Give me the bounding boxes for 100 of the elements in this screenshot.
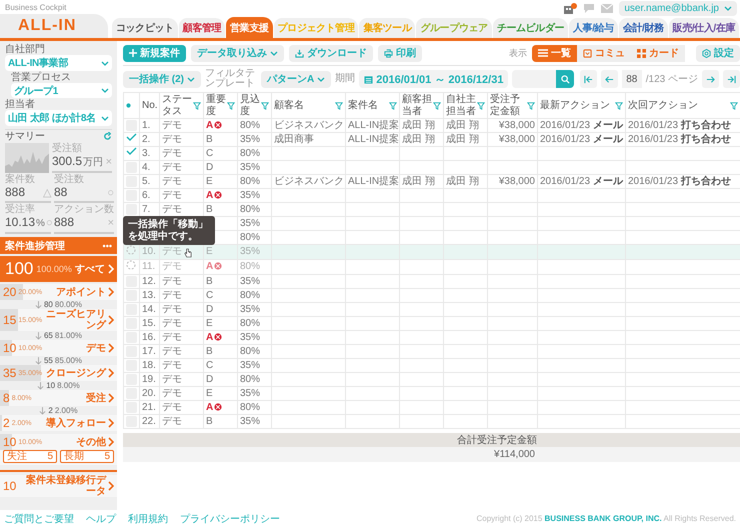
checkbox[interactable] bbox=[126, 204, 137, 215]
dropdown[interactable]: グループ1 bbox=[11, 83, 112, 98]
filter-icon[interactable] bbox=[335, 102, 343, 110]
table-cell: デモ bbox=[162, 332, 182, 342]
stage-label: 案件未登録移行データ bbox=[25, 475, 106, 497]
checkmark[interactable] bbox=[126, 133, 137, 142]
filter-label: フィルタテンプレート bbox=[205, 69, 256, 89]
table-cell: 80% bbox=[240, 204, 260, 214]
chat-icon[interactable] bbox=[583, 3, 596, 14]
page-field[interactable]: 88 bbox=[622, 70, 642, 88]
caret-icon bbox=[101, 60, 109, 66]
stat-label: 受注額 bbox=[52, 143, 83, 154]
nav-tab[interactable]: コックピット bbox=[112, 18, 178, 38]
first-page-icon bbox=[584, 74, 593, 84]
stat-unit: 万円 bbox=[83, 156, 104, 170]
refresh-icon[interactable] bbox=[103, 132, 112, 141]
row-number: 11. bbox=[142, 261, 156, 272]
more-menu[interactable]: ••• bbox=[102, 240, 112, 250]
stage-count: 10 bbox=[3, 435, 16, 449]
table-cell: 35% bbox=[240, 332, 260, 342]
table-cell: デモ bbox=[162, 162, 182, 172]
user-menu[interactable]: user.name@bbank.jp bbox=[619, 1, 737, 16]
table-cell: デモ bbox=[162, 304, 182, 314]
sub-stage[interactable]: 失注 5 bbox=[3, 450, 57, 463]
template-dropdown[interactable]: パターンA bbox=[261, 70, 332, 88]
table-cell: デモ bbox=[162, 360, 182, 370]
footer-link[interactable]: ご質問とご要望 bbox=[4, 512, 74, 526]
toolbar-button[interactable]: 新規案件 bbox=[123, 44, 186, 62]
mail-icon[interactable] bbox=[601, 4, 614, 13]
stage-count: 10 bbox=[3, 479, 16, 493]
footer-link[interactable]: ヘルプ bbox=[86, 512, 116, 526]
row-number: 4. bbox=[142, 162, 150, 172]
table-cell: 2016/01/23 打ち合わせ bbox=[628, 134, 731, 144]
search-button[interactable] bbox=[556, 70, 574, 88]
filter-icon[interactable] bbox=[261, 102, 269, 110]
caret-icon bbox=[101, 88, 109, 93]
next-page-button[interactable] bbox=[702, 70, 719, 88]
toolbar-button[interactable]: 印刷 bbox=[378, 44, 422, 62]
sparkline-drawing bbox=[5, 143, 49, 173]
filter-icon[interactable] bbox=[433, 102, 441, 110]
row-number: 15. bbox=[142, 318, 156, 328]
search-field[interactable] bbox=[512, 70, 556, 88]
pointer-cursor-icon bbox=[184, 248, 192, 258]
funnel-total[interactable]: 100 100.00% すべて bbox=[0, 256, 117, 282]
dropdown[interactable]: 山田 太郎 ほか計8名 bbox=[5, 110, 112, 126]
table-cell: 80% bbox=[240, 120, 260, 130]
building-icon[interactable] bbox=[563, 2, 578, 14]
nav-tab[interactable]: 集客ツール bbox=[359, 18, 416, 38]
filter-icon[interactable] bbox=[227, 102, 235, 110]
toolbar-button[interactable]: データ取り込み bbox=[191, 44, 284, 62]
previous-page-button[interactable] bbox=[600, 70, 618, 88]
table-cell: デモ bbox=[162, 134, 182, 144]
last-page-button[interactable] bbox=[723, 70, 740, 88]
filter-icon[interactable] bbox=[730, 102, 738, 110]
footer-link[interactable]: プライバシーポリシー bbox=[180, 512, 280, 526]
view-tab[interactable]: 一覧 bbox=[532, 44, 577, 62]
stage-count: 2 bbox=[3, 416, 10, 430]
footer-link[interactable]: 利用規約 bbox=[128, 512, 168, 526]
select-all-icon[interactable] bbox=[126, 102, 131, 108]
settings-button[interactable]: 設定 bbox=[696, 44, 740, 62]
view-label: 表示 bbox=[509, 46, 527, 60]
nav-tab[interactable]: 営業支援 bbox=[226, 17, 273, 38]
table-cell: B bbox=[206, 276, 213, 286]
row-number: 21. bbox=[142, 402, 156, 412]
filter-icon[interactable] bbox=[193, 102, 201, 110]
table-cell: デモ bbox=[162, 176, 182, 186]
checkmark[interactable] bbox=[126, 147, 137, 156]
table-cell: A bbox=[206, 261, 214, 272]
nav-tab[interactable]: 販売/仕入/在庫 bbox=[668, 18, 740, 38]
column-header[interactable]: 顧客名 bbox=[274, 100, 304, 112]
toolbar-button[interactable]: ダウンロード bbox=[289, 44, 373, 62]
table-cell: 80% bbox=[240, 176, 260, 186]
logo[interactable]: ALL-IN bbox=[0, 14, 108, 38]
nav-tab[interactable]: グループウェア bbox=[416, 18, 492, 38]
product-name: Business Cockpit bbox=[4, 2, 68, 14]
nav-tab[interactable]: 人事/給与 bbox=[568, 18, 618, 38]
nav-tab[interactable]: プロジェクト管理 bbox=[274, 18, 358, 38]
nav-tab[interactable]: 顧客管理 bbox=[178, 18, 226, 38]
grid-icon bbox=[637, 48, 646, 58]
chevron-icon bbox=[108, 287, 114, 297]
dropdown[interactable]: ALL-IN事業部 bbox=[5, 55, 112, 71]
table-cell: A bbox=[206, 332, 214, 342]
filter-icon[interactable] bbox=[527, 102, 535, 110]
row-number: 19. bbox=[142, 374, 156, 384]
filter-icon[interactable] bbox=[389, 102, 397, 110]
nav-tab[interactable]: チームビルダー bbox=[492, 18, 568, 38]
view-tab[interactable]: カード bbox=[631, 44, 685, 62]
row-number: 3. bbox=[142, 148, 150, 158]
bulk-action-dropdown[interactable]: 一括操作 (2) bbox=[123, 70, 201, 88]
sub-stage[interactable]: 長期 5 bbox=[60, 450, 114, 463]
nav-tab[interactable]: 会計/財務 bbox=[618, 18, 668, 38]
list-icon bbox=[538, 49, 548, 57]
table-cell: デモ bbox=[162, 374, 182, 384]
first-page-button[interactable] bbox=[580, 70, 597, 88]
table-cell: 35% bbox=[240, 304, 260, 314]
table-cell: 80% bbox=[240, 402, 260, 412]
view-tab[interactable]: コミュ bbox=[577, 44, 631, 62]
filter-icon[interactable] bbox=[615, 102, 623, 110]
date-range-field[interactable]: 2016/01/01 ～ 2016/12/31 bbox=[359, 70, 508, 88]
filter-icon[interactable] bbox=[477, 102, 485, 110]
